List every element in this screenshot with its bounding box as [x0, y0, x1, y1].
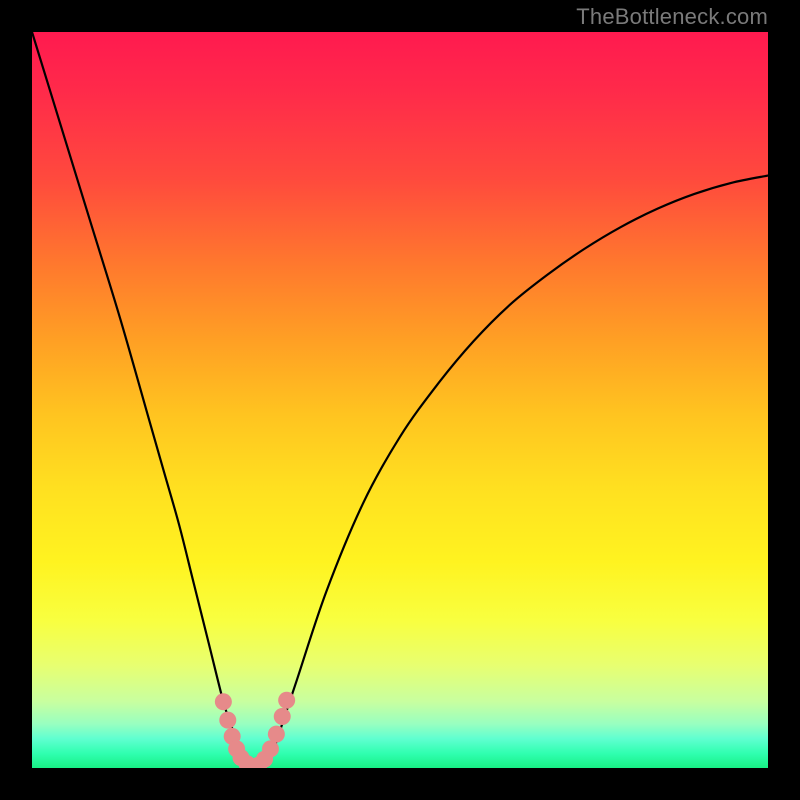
curve-marker — [278, 692, 295, 709]
watermark-text: TheBottleneck.com — [576, 4, 768, 30]
plot-area — [32, 32, 768, 768]
curve-marker — [219, 712, 236, 729]
u-shape-markers — [215, 692, 295, 768]
curve-marker — [268, 726, 285, 743]
chart-root: TheBottleneck.com — [0, 0, 800, 800]
bottleneck-curve — [32, 32, 768, 768]
curve-marker — [262, 740, 279, 757]
curve-marker — [215, 693, 232, 710]
curve-marker — [274, 708, 291, 725]
curve-layer — [32, 32, 768, 768]
